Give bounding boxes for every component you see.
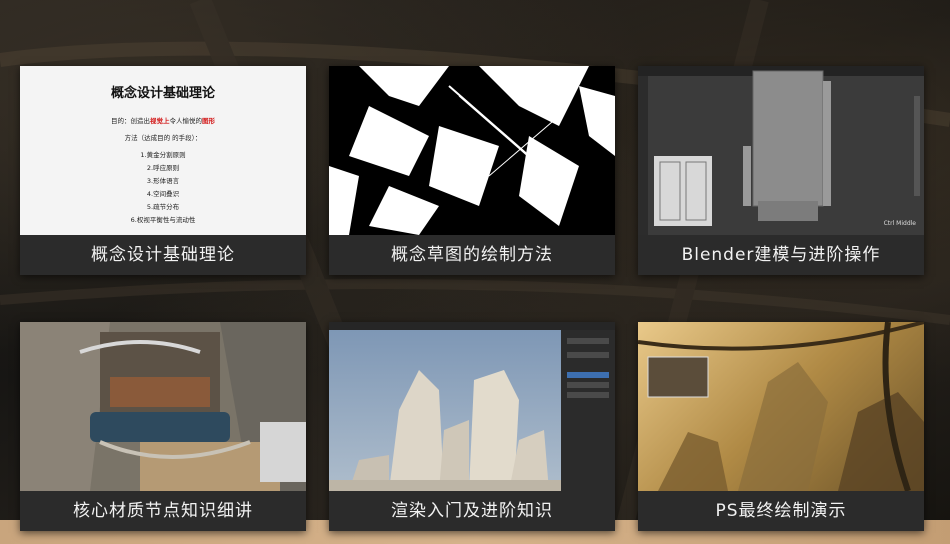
card-label: PS最终绘制演示 [638,491,924,531]
doc-item: 2.呼应原则 [146,164,180,172]
thumbnail-document: 概念设计基础理论 目的：创造出视觉上令人愉悦的图形 方法（达成目的 的手段）： … [20,66,306,235]
course-card-ps[interactable]: PS最终绘制演示 [638,322,924,531]
course-card-blender[interactable]: Ctrl Middle Blender建模与进阶操作 [638,66,924,275]
card-label: 概念设计基础理论 [20,235,306,275]
thumbnail-blender: Ctrl Middle [638,66,924,235]
course-card-material[interactable]: 核心材质节点知识细讲 [20,322,306,531]
doc-item: 4.空间叠识 [146,190,180,198]
card-label: 概念草图的绘制方法 [329,235,615,275]
doc-title: 概念设计基础理论 [110,86,215,101]
shortcut-overlay: Ctrl Middle [883,220,916,227]
card-label: 渲染入门及进阶知识 [329,491,615,531]
doc-purpose: 目的：创造出视觉上令人愉悦的图形 [111,117,215,125]
thumbnail-ps [638,322,924,491]
card-label: 核心材质节点知识细讲 [20,491,306,531]
course-card-sketch[interactable]: 概念草图的绘制方法 [329,66,615,275]
doc-item: 1.黄金分割原则 [140,151,186,159]
thumbnail-sketch [329,66,615,235]
doc-item: 3.形体语言 [146,177,180,185]
thumbnail-material [20,322,306,491]
doc-method: 方法（达成目的 的手段）： [124,134,202,142]
course-card-theory[interactable]: 概念设计基础理论 目的：创造出视觉上令人愉悦的图形 方法（达成目的 的手段）： … [20,66,306,275]
thumbnail-render [329,322,615,491]
course-card-render[interactable]: 渲染入门及进阶知识 [329,322,615,531]
doc-item: 5.疏节分布 [146,203,180,211]
doc-item: 6.权视平衡性与流动性 [130,216,196,224]
card-label: Blender建模与进阶操作 [638,235,924,275]
